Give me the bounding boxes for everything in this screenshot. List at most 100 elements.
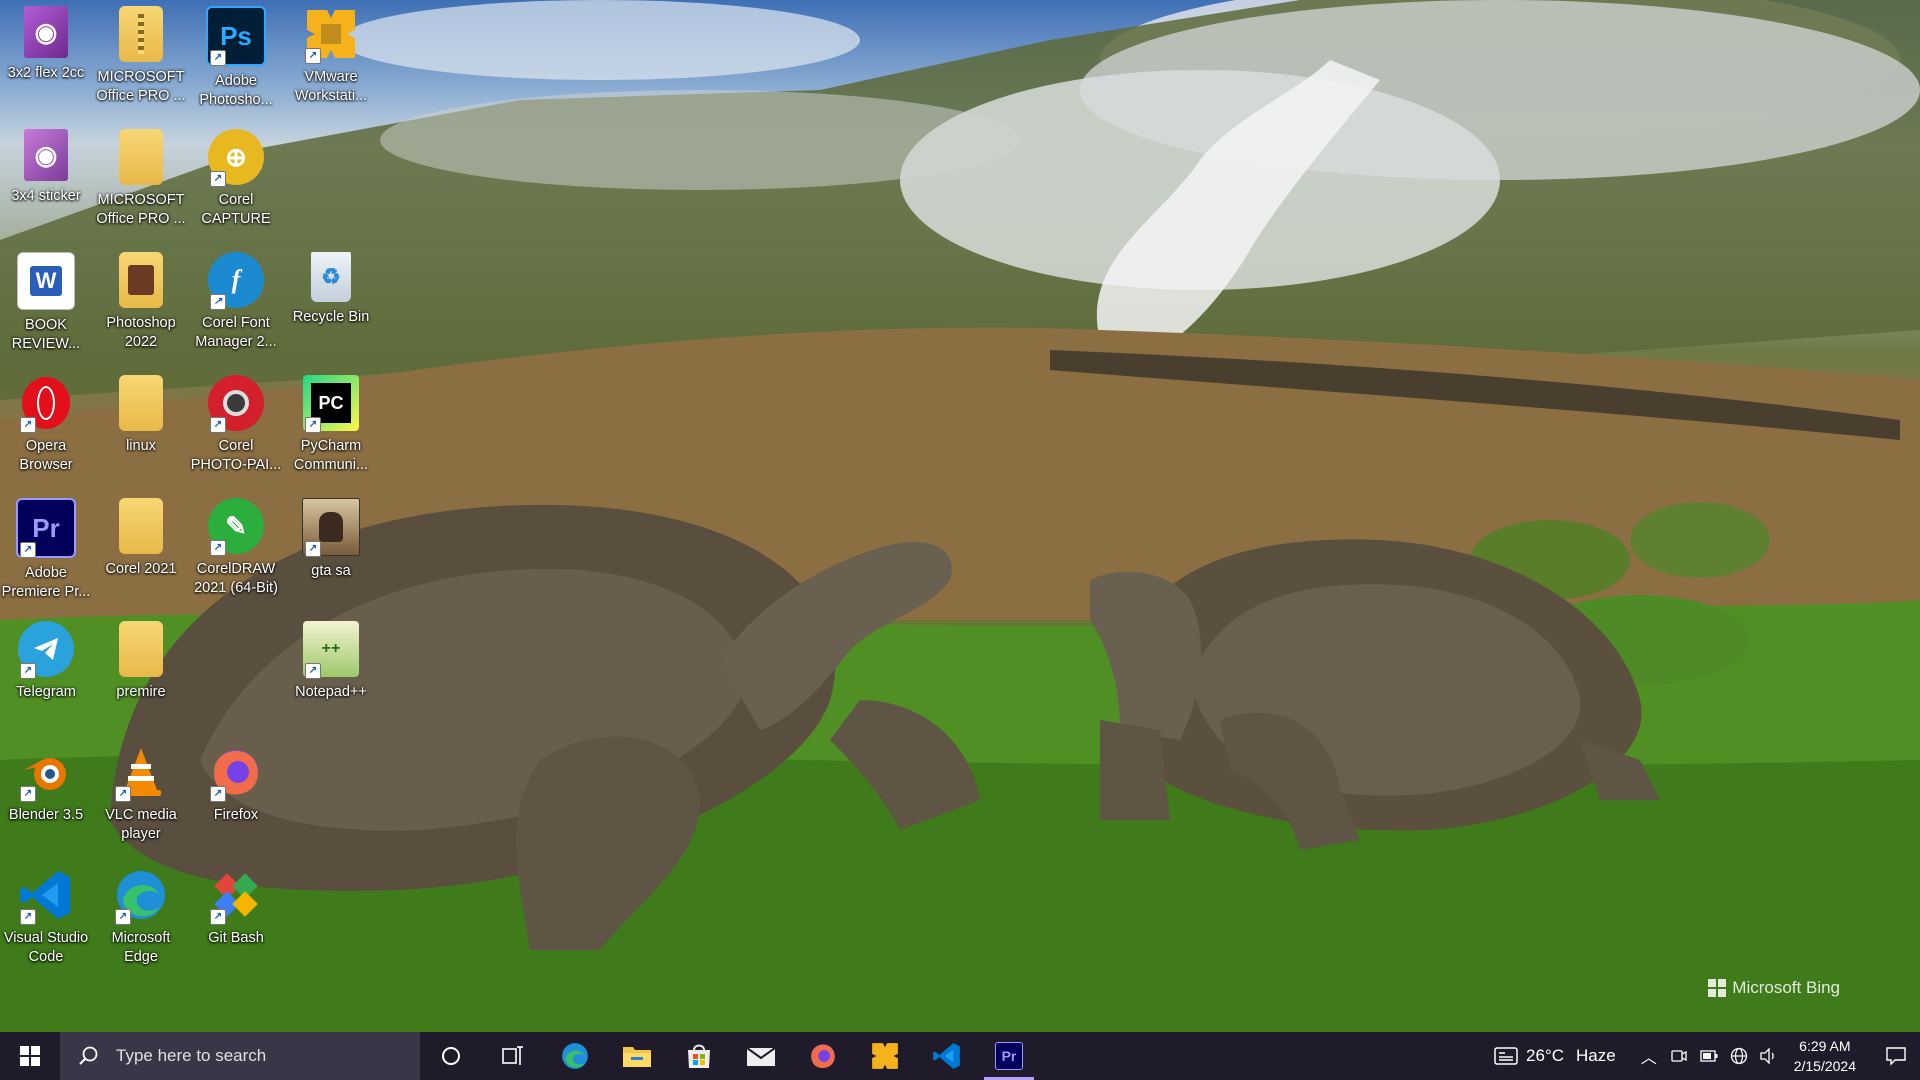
- shortcut-arrow-icon: ↗: [20, 909, 36, 925]
- chevron-up-icon: ︿: [1640, 1050, 1657, 1067]
- haze-weather-icon: [1494, 1047, 1518, 1065]
- desktop-icon-blender[interactable]: ↗ Blender 3.5: [0, 738, 92, 856]
- desktop-icon-premiere[interactable]: Pr ↗ Adobe Premiere Pr...: [0, 492, 92, 610]
- shortcut-arrow-icon: ↗: [210, 171, 226, 187]
- action-center-button[interactable]: [1872, 1032, 1920, 1080]
- volume-button[interactable]: [1754, 1032, 1784, 1080]
- taskbar-firefox[interactable]: [792, 1032, 854, 1080]
- desktop-icon-recycle-bin[interactable]: ♻ Recycle Bin: [285, 246, 377, 364]
- start-button[interactable]: [0, 1032, 60, 1080]
- recycle-bin-icon: ♻: [311, 252, 351, 302]
- corel-font-manager-icon: f ↗: [208, 252, 264, 310]
- git-bash-icon: ↗: [208, 867, 264, 925]
- network-button[interactable]: [1724, 1032, 1754, 1080]
- image-file-icon: ◉: [24, 6, 68, 58]
- desktop-icon-corel-capture[interactable]: ⊕ ↗ Corel CAPTURE 2...: [190, 123, 282, 241]
- vmware-icon: [872, 1043, 898, 1069]
- icon-label: gta sa: [311, 563, 351, 579]
- vlc-icon: ↗: [113, 744, 169, 802]
- desktop-icon-linux[interactable]: linux: [95, 369, 187, 487]
- taskbar-store[interactable]: [668, 1032, 730, 1080]
- notification-icon: [1886, 1047, 1906, 1066]
- cortana-button[interactable]: [420, 1032, 482, 1080]
- desktop-icon-premire-folder[interactable]: premire: [95, 615, 187, 733]
- pycharm-icon: PC ↗: [303, 375, 359, 433]
- icon-label: Corel CAPTURE 2...: [201, 192, 271, 231]
- icon-label: Photoshop 2022: [106, 315, 176, 350]
- shortcut-arrow-icon: ↗: [305, 417, 321, 433]
- meet-now-button[interactable]: [1664, 1032, 1694, 1080]
- desktop-icon-vlc[interactable]: ↗ VLC media player: [95, 738, 187, 856]
- taskbar-clock[interactable]: 6:29 AM 2/15/2024: [1794, 1036, 1856, 1076]
- desktop-icon-photoshop[interactable]: Ps ↗ Adobe Photosho...: [190, 0, 282, 118]
- desktop-icon-office-pro-1[interactable]: MICROSOFT Office PRO ...: [95, 0, 187, 118]
- corel-capture-icon: ⊕ ↗: [208, 129, 264, 187]
- word-document-icon: W: [17, 252, 75, 310]
- desktop-icon-notepad-plus-plus[interactable]: ++ ↗ Notepad++: [285, 615, 377, 733]
- coreldraw-icon: ✎ ↗: [208, 498, 264, 556]
- desktop-icon-telegram[interactable]: ↗ Telegram: [0, 615, 92, 733]
- desktop-icon-3x4-sticker[interactable]: ◉ 3x4 sticker: [0, 123, 92, 241]
- weather-condition: Haze: [1576, 1046, 1616, 1065]
- icon-label: Telegram: [16, 684, 76, 700]
- taskbar-file-explorer[interactable]: [606, 1032, 668, 1080]
- watermark-text: Microsoft Bing: [1732, 978, 1840, 997]
- desktop-icon-gta-sa[interactable]: ↗ gta sa: [285, 492, 377, 610]
- shortcut-arrow-icon: ↗: [305, 663, 321, 679]
- desktop-icon-opera[interactable]: ↗ Opera Browser: [0, 369, 92, 487]
- icon-label: 3x2 flex 2cc: [7, 65, 85, 81]
- desktop-icon-grid: ◉ 3x2 flex 2cc ◉ 3x4 sticker W BOOK REVI…: [0, 0, 400, 1000]
- premiere-pro-icon: Pr ↗: [16, 498, 76, 558]
- icon-label: VMware Workstati...: [294, 69, 368, 104]
- weather-widget[interactable]: 26°C Haze: [1494, 1046, 1616, 1066]
- taskbar-vscode[interactable]: [916, 1032, 978, 1080]
- shortcut-arrow-icon: ↗: [210, 540, 226, 556]
- shortcut-arrow-icon: ↗: [210, 294, 226, 310]
- task-view-button[interactable]: [482, 1032, 544, 1080]
- taskbar-edge[interactable]: [544, 1032, 606, 1080]
- battery-button[interactable]: [1694, 1032, 1724, 1080]
- folder-icon: [119, 129, 163, 185]
- icon-label: Firefox: [213, 807, 259, 823]
- folder-icon: [119, 498, 163, 554]
- desktop-icon-corel-2021[interactable]: Corel 2021: [95, 492, 187, 610]
- desktop-icon-firefox[interactable]: ↗ Firefox: [190, 738, 282, 856]
- taskbar-premiere[interactable]: Pr: [978, 1032, 1040, 1080]
- show-hidden-icons-button[interactable]: ︿: [1634, 1032, 1664, 1080]
- desktop-icon-coreldraw[interactable]: ✎ ↗ CorelDRAW 2021 (64-Bit): [190, 492, 282, 610]
- premiere-icon: Pr: [995, 1042, 1023, 1070]
- taskbar-search-box[interactable]: [60, 1032, 420, 1080]
- shortcut-arrow-icon: ↗: [210, 417, 226, 433]
- icon-label: Microsoft Edge: [111, 930, 171, 965]
- icon-label: Blender 3.5: [8, 807, 84, 823]
- icon-label: Recycle Bin: [292, 309, 370, 325]
- desktop-icon-corel-photo-paint[interactable]: ↗ Corel PHOTO-PAI...: [190, 369, 282, 487]
- desktop-icon-vscode[interactable]: ↗ Visual Studio Code: [0, 861, 92, 979]
- icon-label: Corel Font Manager 2...: [195, 315, 277, 350]
- shortcut-arrow-icon: ↗: [20, 663, 36, 679]
- image-file-icon: ◉: [24, 129, 68, 181]
- desktop-icon-photoshop-2022[interactable]: Photoshop 2022: [95, 246, 187, 364]
- desktop-icon-pycharm[interactable]: PC ↗ PyCharm Communi...: [285, 369, 377, 487]
- telegram-icon: ↗: [18, 621, 74, 679]
- desktop-icon-vmware[interactable]: ↗ VMware Workstati...: [285, 0, 377, 118]
- desktop-icon-3x2-flex[interactable]: ◉ 3x2 flex 2cc: [0, 0, 92, 118]
- desktop-icon-book-review[interactable]: W BOOK REVIEW...: [0, 246, 92, 364]
- icon-label: Corel PHOTO-PAI...: [190, 438, 282, 473]
- weather-temperature: 26°C: [1526, 1046, 1565, 1065]
- desktop-icon-corel-font-manager[interactable]: f ↗ Corel Font Manager 2...: [190, 246, 282, 364]
- taskbar: Pr 26°C Haze ︿ 6:29 AM 2/15/2024: [0, 1032, 1920, 1080]
- taskbar-vmware[interactable]: [854, 1032, 916, 1080]
- taskbar-mail[interactable]: [730, 1032, 792, 1080]
- icon-label: BOOK REVIEW...: [11, 317, 81, 352]
- shortcut-arrow-icon: ↗: [210, 786, 226, 802]
- firefox-icon: ↗: [208, 744, 264, 802]
- folder-icon: [119, 252, 163, 308]
- battery-icon: [1700, 1050, 1718, 1062]
- search-input[interactable]: [114, 1045, 398, 1067]
- desktop-icon-git-bash[interactable]: ↗ Git Bash: [190, 861, 282, 979]
- desktop-icon-office-pro-2[interactable]: MICROSOFT Office PRO ...: [95, 123, 187, 241]
- file-explorer-icon: [623, 1047, 651, 1067]
- icon-label: 3x4 sticker: [11, 188, 81, 204]
- desktop-icon-edge[interactable]: ↗ Microsoft Edge: [95, 861, 187, 979]
